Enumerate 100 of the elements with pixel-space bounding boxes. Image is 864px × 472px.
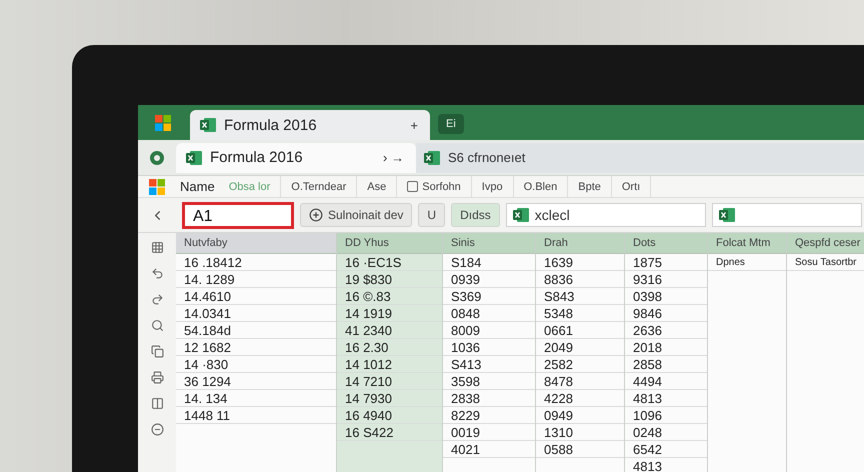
formula-field[interactable]: xclecl [506, 203, 706, 227]
table-cell: 9846 [625, 305, 707, 322]
table-cell: 14 ·830 [176, 356, 336, 373]
table-cell: 41 2340 [337, 322, 442, 339]
table-cell: 16 .18412 [176, 254, 336, 271]
table-cell: 14 7210 [337, 373, 442, 390]
table-cell: 14. 134 [176, 390, 336, 407]
table-cell: 1036 [443, 339, 535, 356]
table-cell: 0661 [536, 322, 624, 339]
workbook-tab[interactable]: Formula 2016 + [190, 110, 430, 140]
workbook-tab[interactable]: Formula 2016 › → [176, 142, 416, 172]
table-cell: 3598 [443, 373, 535, 390]
table-cell: 0019 [443, 424, 535, 441]
table-cell: 8009 [443, 322, 535, 339]
ribbon-tab[interactable]: O.Blen [514, 176, 568, 197]
spreadsheet-icon [200, 117, 216, 133]
sidebar-tool-icon[interactable] [150, 423, 164, 436]
column-header[interactable]: Dots [625, 233, 707, 254]
formula-field[interactable] [712, 203, 862, 227]
table-cell: 2049 [536, 339, 624, 356]
toolbar-button[interactable]: Sulnoinait dev [300, 203, 412, 227]
new-tab-button[interactable]: + [408, 118, 420, 132]
table-cell: 14.0341 [176, 305, 336, 322]
table-cell: S184 [443, 254, 535, 271]
ribbon-tab[interactable]: O.Terndear [281, 176, 358, 197]
table-cell: S413 [443, 356, 535, 373]
toolbar-button[interactable]: U [418, 203, 446, 227]
table-cell: 1096 [625, 407, 707, 424]
table-cell: 36 1294 [176, 373, 336, 390]
table-cell: 1310 [536, 424, 624, 441]
ribbon-tab[interactable]: Ivpo [472, 176, 514, 197]
column-header[interactable]: Folcat Mtm [708, 233, 786, 254]
table-cell: 8478 [536, 373, 624, 390]
table-cell: 4813 [625, 458, 707, 472]
table-cell: 0848 [443, 305, 535, 322]
ribbon-tab[interactable]: Ortı [612, 176, 652, 197]
table-cell: 0588 [536, 441, 624, 458]
table-cell: Dpnes [708, 254, 786, 271]
ribbon-tab[interactable]: Bpte [568, 176, 612, 197]
table-cell: 12 1682 [176, 339, 336, 356]
table-cell: 1448 11 [176, 407, 336, 424]
table-cell: 16 ·EC1S [337, 254, 442, 271]
four-squares-logo-icon [155, 114, 171, 130]
table-cell: 2018 [625, 339, 707, 356]
sidebar-tool-icon[interactable] [150, 267, 164, 280]
four-squares-logo-icon [149, 178, 165, 194]
table-cell: 0939 [443, 271, 535, 288]
table-cell: 2838 [443, 390, 535, 407]
table-cell: 1639 [536, 254, 624, 271]
table-cell: 5348 [536, 305, 624, 322]
table-cell: 14.4610 [176, 288, 336, 305]
table-cell: 0248 [625, 424, 707, 441]
table-cell: 14 1919 [337, 305, 442, 322]
spreadsheet-icon [718, 207, 735, 223]
column-header[interactable]: Drah [536, 233, 624, 254]
plus-circle-icon [309, 208, 323, 222]
name-label: Name [179, 179, 216, 194]
table-cell: 19 $830 [337, 271, 442, 288]
table-cell: 2582 [536, 356, 624, 373]
sidebar-tool-icon[interactable] [150, 293, 164, 306]
table-cell: 8229 [443, 407, 535, 424]
sidebar-tool-icon[interactable] [150, 397, 164, 410]
ribbon-tab[interactable]: Ase [357, 176, 398, 197]
spreadsheet-icon [512, 207, 529, 223]
document-name: S6 cfrnoneıet [448, 150, 526, 165]
table-cell: S843 [536, 288, 624, 305]
table-cell: 16 S422 [337, 424, 442, 441]
sidebar-tool-icon[interactable] [150, 345, 164, 358]
table-cell: 16 ©.83 [337, 288, 442, 305]
table-cell: 4494 [625, 373, 707, 390]
column-header[interactable]: DD Yhus [337, 233, 442, 254]
column-header[interactable]: Qespfd ceser [787, 233, 864, 254]
table-cell: 4813 [625, 390, 707, 407]
table-cell: 2858 [625, 356, 707, 373]
spreadsheet-icon [424, 150, 440, 166]
table-cell: 0398 [625, 288, 707, 305]
table-cell: S369 [443, 288, 535, 305]
table-cell: 4228 [536, 390, 624, 407]
sidebar-tool-icon[interactable] [150, 319, 164, 332]
table-cell: 16 4940 [337, 407, 442, 424]
table-cell: 8836 [536, 271, 624, 288]
tab-arrows-button[interactable]: › → [381, 150, 406, 165]
column-header[interactable]: Nutvfaby [176, 233, 336, 254]
table-cell: 4021 [443, 441, 535, 458]
toolbar-button[interactable]: Dıdss [451, 203, 500, 227]
sidebar-tool-icon[interactable] [150, 241, 164, 254]
name-box[interactable]: A1 [182, 202, 294, 228]
table-cell: 14 7930 [337, 390, 442, 407]
table-cell: 14. 1289 [176, 271, 336, 288]
title-bar-button[interactable]: Ei [438, 114, 464, 134]
table-cell: 6542 [625, 441, 707, 458]
column-header[interactable]: Sinis [443, 233, 535, 254]
sidebar-tool-icon[interactable] [150, 371, 164, 384]
table-cell: 2636 [625, 322, 707, 339]
ribbon-tab[interactable]: Sorfohn [397, 176, 472, 197]
table-cell: 9316 [625, 271, 707, 288]
table-cell: 54.184d [176, 322, 336, 339]
table-cell: 1875 [625, 254, 707, 271]
spreadsheet-icon [186, 150, 202, 166]
table-cell: Sosu Tasortbr [787, 254, 864, 271]
